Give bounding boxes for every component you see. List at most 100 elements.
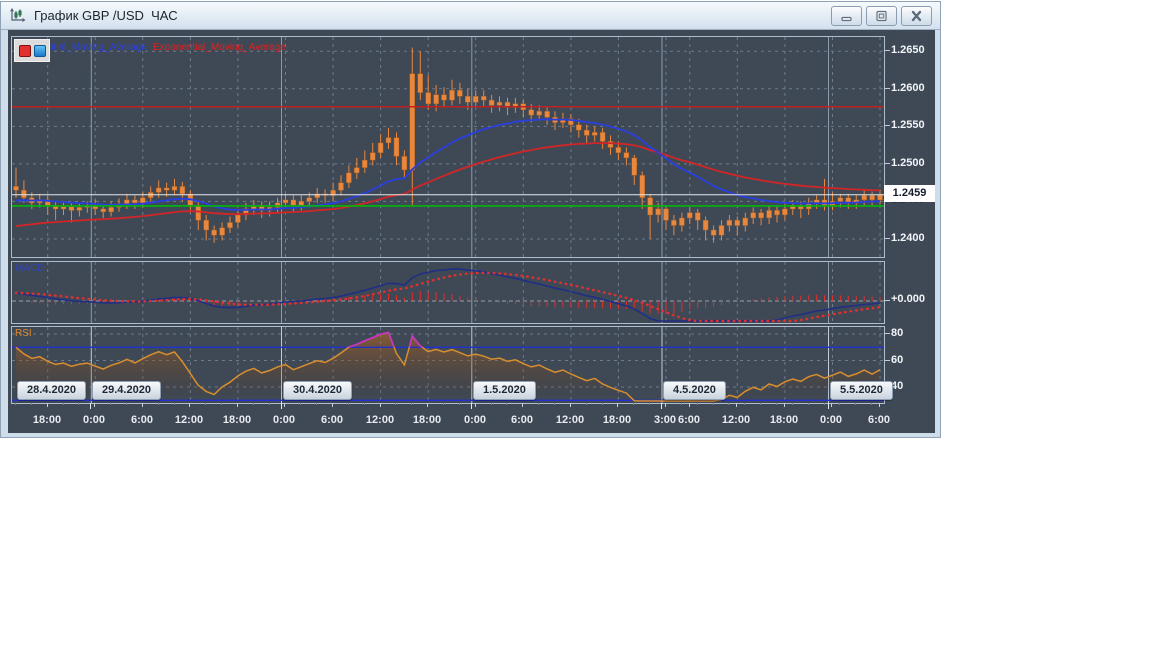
maximize-button[interactable] [866, 5, 897, 26]
minor-time-tick [300, 403, 301, 405]
minor-time-tick [681, 403, 682, 405]
time-tick [284, 403, 285, 407]
price-chart-panel[interactable]: Exponential_Moving_Average Exponential_M… [11, 36, 885, 258]
time-tick [380, 403, 381, 407]
time-label: 18:00 [412, 414, 442, 426]
time-label: 6:00 [867, 414, 891, 426]
minor-time-tick [792, 403, 793, 405]
candle-body [877, 194, 883, 201]
time-label: 12:00 [365, 414, 395, 426]
title-bar[interactable]: График GBP /USD ЧАС [1, 2, 940, 30]
candle-body [726, 219, 733, 226]
time-label: 12:00 [555, 414, 585, 426]
candle-body [235, 214, 241, 223]
minor-time-tick [649, 403, 650, 405]
minor-time-tick [839, 403, 840, 405]
candle-body [488, 99, 495, 106]
candle-body [449, 90, 455, 101]
minor-time-tick [31, 403, 32, 405]
candle-body [171, 186, 178, 191]
candle-body [401, 156, 408, 171]
window-title: График GBP /USD ЧАС [34, 8, 178, 23]
time-tick [94, 403, 95, 407]
minor-time-tick [697, 403, 698, 405]
minor-time-tick [443, 403, 444, 405]
candle-body [100, 208, 106, 213]
day-separator-tick [471, 403, 472, 409]
date-label-box[interactable]: 5.5.2020 [830, 381, 893, 400]
candle-body [179, 186, 186, 195]
candle-body [155, 187, 162, 193]
minor-time-tick [586, 403, 587, 405]
minor-time-tick [538, 403, 539, 405]
candle-body [457, 90, 463, 97]
candle-body [132, 199, 138, 204]
time-label: 0:00 [819, 414, 843, 426]
macd-line [15, 268, 881, 322]
candle-body [13, 186, 19, 191]
minor-time-tick [174, 403, 175, 405]
candle-body [592, 132, 598, 136]
time-label: 3:00 [653, 414, 677, 426]
time-tick [47, 403, 48, 407]
rsi-scale-label: 40 [891, 380, 904, 392]
time-tick [879, 403, 880, 407]
candle-body [346, 172, 352, 183]
time-tick [237, 403, 238, 407]
candle-body [219, 227, 225, 236]
candle-body [687, 212, 693, 219]
ema-slow-color-swatch[interactable] [18, 44, 31, 57]
minor-time-tick [269, 403, 270, 405]
minor-time-tick [760, 403, 761, 405]
time-label: 6:00 [510, 414, 534, 426]
candle-body [679, 217, 685, 226]
date-label-box[interactable]: 1.5.2020 [473, 381, 536, 400]
time-scale[interactable]: 18:00 0:00 6:00 12:00 18:00 0:00 6:00 12:00 18:0… [8, 403, 935, 433]
minor-time-tick [855, 403, 856, 405]
price-scale-label: 1.2450 [891, 194, 925, 206]
indicator-swatch-panel [14, 39, 50, 62]
minor-time-tick [459, 403, 460, 405]
date-label-box[interactable]: 30.4.2020 [283, 381, 352, 400]
candle-body [837, 197, 844, 202]
candle-body [774, 210, 780, 216]
candle-body [195, 204, 202, 221]
close-icon [911, 10, 922, 21]
candle-body [306, 197, 312, 202]
candle-body [758, 212, 764, 219]
minimize-icon [841, 16, 852, 21]
price-chart-canvas [12, 37, 884, 257]
close-button[interactable] [901, 5, 932, 26]
minor-time-tick [602, 403, 603, 405]
minor-time-tick [221, 403, 222, 405]
minimize-button[interactable] [831, 5, 862, 26]
candle-body [782, 208, 788, 216]
candle-body [718, 225, 725, 236]
candle-body [496, 102, 503, 106]
candle-body [377, 142, 384, 153]
minor-time-tick [15, 403, 16, 405]
candle-body [203, 219, 209, 231]
price-scale-label: 1.2500 [891, 157, 925, 169]
minor-time-tick [63, 403, 64, 405]
time-label: 0:00 [82, 414, 106, 426]
candle-body [695, 212, 701, 221]
rsi-label: RSI [15, 328, 32, 339]
time-label: 12:00 [721, 414, 751, 426]
date-label-box[interactable]: 29.4.2020 [92, 381, 161, 400]
candle-body [710, 229, 717, 236]
date-label-box[interactable]: 4.5.2020 [663, 381, 726, 400]
ema-fast-color-swatch[interactable] [33, 44, 46, 57]
candle-body [671, 219, 677, 226]
candle-body [385, 137, 392, 144]
time-tick [522, 403, 523, 407]
rsi-scale-label: 60 [891, 354, 904, 366]
chart-window: График GBP /USD ЧАС Exponential_Moving_A… [0, 1, 941, 438]
candle-body [576, 124, 582, 131]
minor-time-tick [411, 403, 412, 405]
date-label-box[interactable]: 28.4.2020 [17, 381, 86, 400]
candle-body [702, 219, 709, 231]
macd-panel[interactable]: MACD [11, 261, 885, 324]
time-label: 6:00 [130, 414, 154, 426]
minor-time-tick [824, 403, 825, 405]
